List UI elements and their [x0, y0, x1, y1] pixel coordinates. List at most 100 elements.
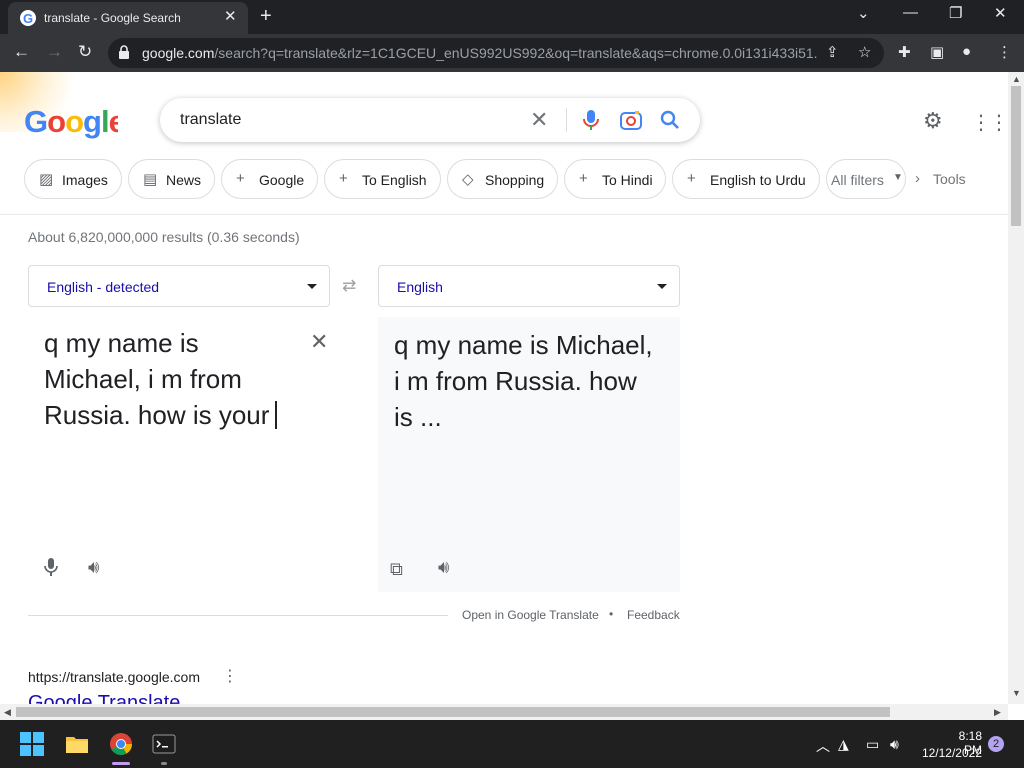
- minimize-icon[interactable]: —: [903, 4, 918, 21]
- search-box[interactable]: translate ✕: [160, 98, 700, 142]
- google-favicon-icon: G: [20, 10, 36, 26]
- file-explorer-icon[interactable]: [65, 732, 89, 756]
- copy-icon[interactable]: ⧉: [390, 559, 403, 580]
- plus-icon: +: [236, 170, 245, 187]
- swap-languages-icon[interactable]: ⇄: [342, 276, 356, 296]
- active-app-indicator: [112, 762, 130, 765]
- translation-output: q my name is Michael, i m from Russia. h…: [378, 317, 680, 592]
- window-close-icon[interactable]: ✕: [994, 4, 1007, 22]
- notification-badge[interactable]: 2: [988, 736, 1004, 752]
- forward-icon[interactable]: →: [46, 42, 63, 62]
- display-icon[interactable]: ▭: [866, 736, 879, 753]
- news-icon: ▤: [143, 171, 158, 188]
- plus-icon: +: [687, 170, 696, 187]
- chip-news[interactable]: ▤ News: [128, 159, 215, 199]
- image-icon: ▨: [39, 171, 54, 188]
- scroll-down-icon[interactable]: ▼: [1012, 688, 1021, 698]
- listen-translation-speaker-icon[interactable]: 🔊︎: [438, 557, 449, 578]
- taskbar: ︿ ◮ ▭ 🔊︎ 8:18 PM 12/12/2022 2: [0, 720, 1024, 768]
- network-icon[interactable]: ◮: [838, 736, 849, 753]
- target-language-select[interactable]: English: [378, 265, 680, 307]
- extensions-icon[interactable]: ✚: [898, 43, 911, 61]
- source-text-area[interactable]: q my name is Michael, i m from Russia. h…: [28, 317, 330, 592]
- restore-icon[interactable]: ❐: [949, 4, 962, 22]
- profile-icon[interactable]: ●: [962, 43, 971, 60]
- address-bar[interactable]: google.com/search?q=translate&rlz=1C1GCE…: [108, 38, 884, 68]
- lock-icon: [119, 45, 129, 59]
- translate-divider: [28, 615, 448, 616]
- translation-text: q my name is Michael, i m from Russia. h…: [394, 330, 653, 432]
- tools-button[interactable]: Tools: [933, 171, 966, 187]
- separator-dot: •: [609, 607, 614, 621]
- feedback-link[interactable]: Feedback: [627, 608, 680, 622]
- clear-source-icon[interactable]: ✕: [310, 329, 328, 355]
- windows-start-icon[interactable]: [20, 732, 44, 756]
- result-title-link[interactable]: Google Translate: [28, 692, 180, 704]
- horizontal-scrollbar[interactable]: ◀ ▶: [0, 704, 1008, 720]
- running-app-indicator: [161, 762, 167, 765]
- reload-icon[interactable]: ↻: [78, 42, 92, 62]
- chip-shopping[interactable]: ◇ Shopping: [447, 159, 558, 199]
- vertical-scroll-thumb[interactable]: [1011, 86, 1021, 226]
- side-panel-icon[interactable]: ▣: [930, 43, 944, 61]
- terminal-icon[interactable]: [152, 732, 176, 756]
- chip-images[interactable]: ▨ Images: [24, 159, 122, 199]
- chrome-icon[interactable]: [109, 732, 133, 756]
- browser-tab[interactable]: G translate - Google Search ✕: [8, 2, 248, 34]
- text-cursor: [275, 401, 278, 429]
- search-icon[interactable]: [660, 110, 680, 130]
- horizontal-scroll-thumb[interactable]: [16, 707, 890, 717]
- chip-to-english[interactable]: + To English: [324, 159, 441, 199]
- voice-search-icon[interactable]: [583, 109, 599, 131]
- url-text: google.com/search?q=translate&rlz=1C1GCE…: [142, 45, 818, 61]
- google-logo[interactable]: Google: [24, 102, 127, 150]
- result-url[interactable]: https://translate.google.com: [28, 669, 200, 685]
- dropdown-caret-icon: [307, 284, 317, 289]
- tab-close-icon[interactable]: ✕: [224, 7, 237, 25]
- url-path: /search?q=translate&rlz=1C1GCEU_enUS992U…: [214, 45, 818, 61]
- new-tab-icon[interactable]: +: [260, 5, 272, 28]
- settings-gear-icon[interactable]: ⚙: [923, 108, 943, 134]
- search-divider: [566, 108, 567, 132]
- tab-search-icon[interactable]: ⌄: [857, 4, 870, 22]
- tab-strip: G translate - Google Search ✕ + ⌄ — ❐ ✕: [0, 0, 1024, 34]
- google-results-page: Google translate ✕ ⚙ ⋮⋮⋮ ▨ Images ▤ News…: [0, 72, 1008, 704]
- chevron-right-icon: ›: [915, 170, 920, 187]
- url-host: google.com: [142, 45, 215, 61]
- clear-search-icon[interactable]: ✕: [530, 107, 548, 133]
- scroll-right-icon[interactable]: ▶: [994, 707, 1001, 718]
- svg-text:G: G: [23, 11, 33, 26]
- back-icon[interactable]: ←: [13, 42, 30, 62]
- dropdown-caret-icon: [657, 284, 667, 289]
- open-in-google-translate-link[interactable]: Open in Google Translate: [462, 608, 599, 622]
- source-language-select[interactable]: English - detected: [28, 265, 330, 307]
- clock-date[interactable]: 12/12/2022: [918, 746, 982, 760]
- scroll-up-icon[interactable]: ▲: [1012, 74, 1021, 84]
- share-icon[interactable]: ⇪: [826, 43, 839, 61]
- chip-to-hindi[interactable]: + To Hindi: [564, 159, 666, 199]
- vertical-scrollbar[interactable]: ▲ ▼: [1008, 72, 1024, 704]
- result-stats: About 6,820,000,000 results (0.36 second…: [28, 229, 300, 245]
- menu-kebab-icon[interactable]: ⋮: [997, 43, 1012, 61]
- plus-icon: +: [579, 170, 588, 187]
- svg-text:Google: Google: [24, 104, 118, 139]
- microphone-icon[interactable]: [44, 557, 58, 577]
- volume-icon[interactable]: 🔊︎: [890, 736, 899, 753]
- show-hidden-icons-icon[interactable]: ︿: [816, 736, 830, 756]
- google-doodle-logo-icon: Google: [24, 104, 127, 139]
- tag-icon: ◇: [462, 171, 474, 188]
- toolbar: ← → ↻ google.com/search?q=translate&rlz=…: [0, 34, 1024, 72]
- tab-title: translate - Google Search: [44, 11, 181, 25]
- google-apps-icon[interactable]: ⋮⋮⋮: [971, 110, 1008, 135]
- chip-english-to-urdu[interactable]: + English to Urdu: [672, 159, 820, 199]
- search-input[interactable]: translate: [180, 111, 241, 129]
- chip-google[interactable]: + Google: [221, 159, 318, 199]
- result-menu-icon[interactable]: ⋮: [222, 666, 238, 686]
- bookmark-star-icon[interactable]: ☆: [858, 43, 871, 61]
- scroll-left-icon[interactable]: ◀: [4, 707, 11, 718]
- lens-camera-icon[interactable]: [620, 110, 642, 130]
- chip-divider: [0, 214, 1008, 215]
- chip-all-filters[interactable]: All filters ▼: [826, 159, 906, 199]
- source-text-input[interactable]: q my name is Michael, i m from Russia. h…: [44, 325, 284, 433]
- listen-source-speaker-icon[interactable]: 🔊︎: [88, 557, 99, 578]
